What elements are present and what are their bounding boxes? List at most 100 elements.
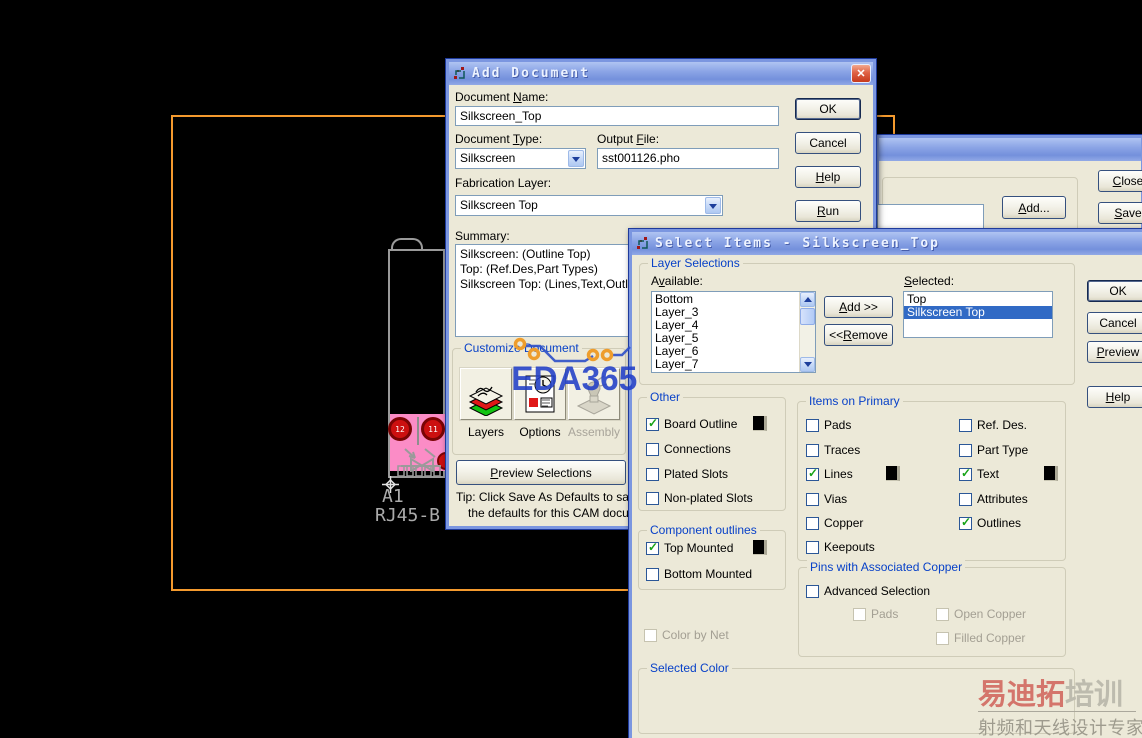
chevron-down-icon[interactable]: [705, 197, 721, 214]
close-button[interactable]: Close: [1098, 170, 1142, 192]
select-items-titlebar[interactable]: Select Items - Silkscreen_Top: [632, 232, 1142, 255]
fabrication-layer-value: Silkscreen Top: [456, 196, 704, 214]
checkbox-box[interactable]: [646, 418, 659, 431]
help-button[interactable]: Help: [1087, 386, 1142, 408]
checkbox-box[interactable]: [646, 542, 659, 555]
checkbox-keepouts[interactable]: Keepouts: [806, 540, 875, 554]
board-outline-color-swatch[interactable]: [753, 416, 767, 431]
checkbox-box[interactable]: [646, 568, 659, 581]
component-outlines-label: Component outlines: [647, 523, 760, 537]
ok-button[interactable]: OK: [1087, 280, 1142, 302]
available-listbox[interactable]: Bottom Layer_3 Layer_4 Layer_5 Layer_6 L…: [651, 291, 816, 373]
checkbox-box: [936, 608, 949, 621]
checkbox-advanced-selection[interactable]: Advanced Selection: [806, 584, 930, 598]
chevron-down-icon[interactable]: [568, 150, 584, 167]
save-button[interactable]: Save: [1098, 202, 1142, 224]
top-mounted-color-swatch[interactable]: [753, 540, 767, 555]
list-item-selected[interactable]: Silkscreen Top: [904, 306, 1052, 319]
checkbox-lines[interactable]: Lines: [806, 467, 853, 481]
checkbox-copper[interactable]: Copper: [806, 516, 863, 530]
remove-layers-button[interactable]: <<Remove: [824, 324, 893, 346]
checkbox-box[interactable]: [646, 443, 659, 456]
cancel-button[interactable]: Cancel: [795, 132, 861, 154]
scroll-down-icon[interactable]: [800, 357, 815, 372]
checkbox-label: Traces: [824, 443, 860, 457]
selected-listbox[interactable]: Top Silkscreen Top: [903, 291, 1053, 338]
checkbox-outlines[interactable]: Outlines: [959, 516, 1021, 530]
brand-watermark-divider: [978, 711, 1136, 712]
checkbox-vias[interactable]: Vias: [806, 492, 847, 506]
lines-color-swatch[interactable]: [886, 466, 900, 481]
run-button[interactable]: Run: [795, 200, 861, 222]
checkbox-pads[interactable]: Pads: [806, 418, 851, 432]
scrollbar[interactable]: [799, 292, 815, 372]
checkbox-bottom-mounted[interactable]: Bottom Mounted: [646, 567, 752, 581]
list-item[interactable]: Layer_7: [652, 358, 798, 371]
checkbox-top-mounted[interactable]: Top Mounted: [646, 541, 733, 555]
checkbox-box[interactable]: [806, 444, 819, 457]
fabrication-layer-label: Fabrication Layer:: [455, 176, 551, 190]
preview-button[interactable]: Preview: [1087, 341, 1142, 363]
pcb-pad-11: 11: [421, 417, 445, 441]
selected-label: Selected:: [904, 274, 954, 288]
checkbox-box: [644, 629, 657, 642]
fabrication-layer-combobox[interactable]: Silkscreen Top: [455, 195, 723, 216]
scroll-thumb[interactable]: [800, 308, 815, 325]
checkbox-box[interactable]: [959, 444, 972, 457]
ok-button[interactable]: OK: [795, 98, 861, 120]
checkbox-board-outline[interactable]: Board Outline: [646, 417, 737, 431]
background-dialog-titlebar[interactable]: [879, 138, 1141, 161]
checkbox-box[interactable]: [806, 517, 819, 530]
checkbox-box[interactable]: [806, 419, 819, 432]
checkbox-box[interactable]: [959, 493, 972, 506]
pcb-origin-crosshair-icon: [382, 476, 399, 493]
checkbox-label: Ref. Des.: [977, 418, 1027, 432]
add-layers-button[interactable]: Add >>: [824, 296, 893, 318]
checkbox-connections[interactable]: Connections: [646, 442, 731, 456]
checkbox-plated-slots[interactable]: Plated Slots: [646, 467, 728, 481]
add-button[interactable]: Add...: [1002, 196, 1066, 219]
help-button[interactable]: Help: [795, 166, 861, 188]
pcb-component-top-bump: [391, 238, 423, 251]
select-items-window: Select Items - Silkscreen_Top Layer Sele…: [628, 228, 1142, 738]
checkbox-label: Keepouts: [824, 540, 875, 554]
checkbox-label: Text: [977, 467, 999, 481]
checkbox-box[interactable]: [806, 468, 819, 481]
pcb-part-text: RJ45-B: [375, 505, 440, 526]
pins-copper-label: Pins with Associated Copper: [807, 560, 965, 574]
checkbox-label: Advanced Selection: [824, 584, 930, 598]
document-type-value: Silkscreen: [456, 149, 567, 167]
checkbox-label: Board Outline: [664, 417, 737, 431]
add-document-titlebar[interactable]: Add Document: [449, 62, 873, 85]
checkbox-box[interactable]: [959, 517, 972, 530]
pcb-pin-stubs: [396, 465, 444, 478]
close-window-icon[interactable]: [851, 64, 871, 83]
preview-selections-button[interactable]: Preview Selections: [456, 460, 626, 485]
checkbox-box[interactable]: [806, 585, 819, 598]
document-type-combobox[interactable]: Silkscreen: [455, 148, 586, 169]
checkbox-box[interactable]: [806, 493, 819, 506]
checkbox-box[interactable]: [646, 492, 659, 505]
checkbox-traces[interactable]: Traces: [806, 443, 860, 457]
checkbox-attributes[interactable]: Attributes: [959, 492, 1028, 506]
checkbox-box[interactable]: [806, 541, 819, 554]
checkbox-box[interactable]: [959, 468, 972, 481]
checkbox-box[interactable]: [959, 419, 972, 432]
checkbox-non-plated-slots[interactable]: Non-plated Slots: [646, 491, 753, 505]
document-name-input[interactable]: Silkscreen_Top: [455, 106, 779, 126]
checkbox-part-type[interactable]: Part Type: [959, 443, 1028, 457]
output-file-input[interactable]: sst001126.pho: [597, 148, 779, 169]
checkbox-label: Lines: [824, 467, 853, 481]
checkbox-label: Connections: [664, 442, 731, 456]
checkbox-label: Attributes: [977, 492, 1028, 506]
text-color-swatch[interactable]: [1044, 466, 1058, 481]
scroll-up-icon[interactable]: [800, 292, 815, 307]
checkbox-text[interactable]: Text: [959, 467, 999, 481]
checkbox-pins-pads: Pads: [853, 607, 898, 621]
checkbox-ref-des[interactable]: Ref. Des.: [959, 418, 1027, 432]
component-outlines-group: Component outlines: [638, 530, 786, 590]
pad-number: 11: [428, 425, 438, 434]
checkbox-box[interactable]: [646, 468, 659, 481]
cancel-button[interactable]: Cancel: [1087, 312, 1142, 334]
checkbox-box: [853, 608, 866, 621]
